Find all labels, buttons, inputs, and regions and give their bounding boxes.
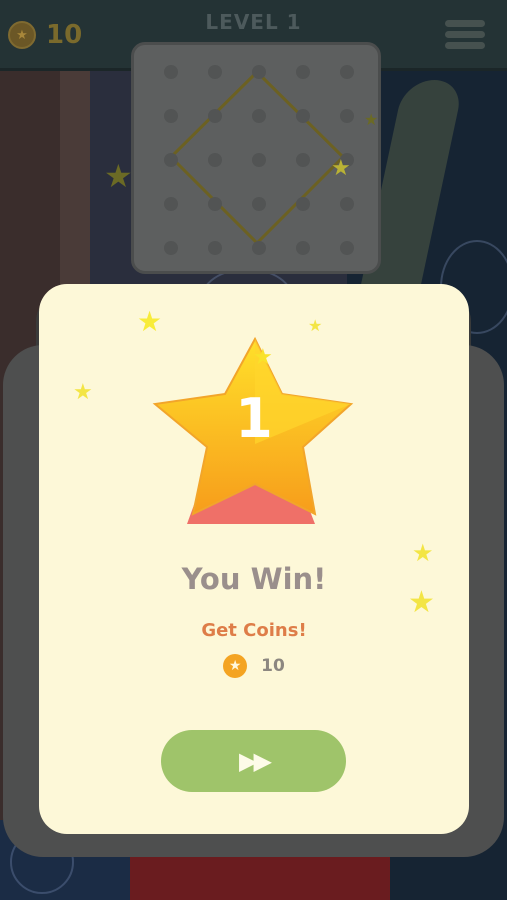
board-peg [296,241,310,255]
board-peg [252,109,266,123]
board-peg [164,197,178,211]
board-peg [340,109,354,123]
next-level-button[interactable]: ▶▶ [161,730,346,792]
board-peg [252,197,266,211]
board-peg [164,65,178,79]
board-peg [164,109,178,123]
level-title: LEVEL 1 [205,10,302,34]
board-peg [252,65,266,79]
sparkle-star: ★ [331,156,351,181]
board-peg [208,109,222,123]
star-coin-icon: ★ [223,654,248,678]
board-peg [252,153,266,167]
board-peg [208,65,222,79]
sparkle-star: ★ [73,380,93,405]
board-peg [340,65,354,79]
fast-forward-icon: ▶▶ [239,747,272,775]
board-peg [296,153,310,167]
board-peg [252,241,266,255]
stars-earned: 1 [235,387,273,450]
board-peg [208,197,222,211]
board-peg [208,241,222,255]
hamburger-menu-icon[interactable] [445,20,485,52]
sparkle-star: ★ [412,539,434,567]
reward-row: ★ 10 [39,654,469,678]
board-peg [296,65,310,79]
reward-label: Get Coins! [201,620,307,641]
reward-amount: 10 [261,656,285,676]
board-peg [164,153,178,167]
board-peg [340,241,354,255]
sparkle-star: ★ [253,345,273,370]
sparkle-star: ★ [137,305,163,338]
win-title: You Win! [181,562,327,596]
board-peg [296,197,310,211]
board-peg [164,241,178,255]
sparkle-star: ★ [364,110,379,129]
sparkle-star: ★ [308,316,323,335]
board-peg [208,153,222,167]
sparkle-star: ★ [104,157,133,195]
sparkle-star: ★ [408,585,435,620]
board-peg [296,109,310,123]
board-peg [340,197,354,211]
